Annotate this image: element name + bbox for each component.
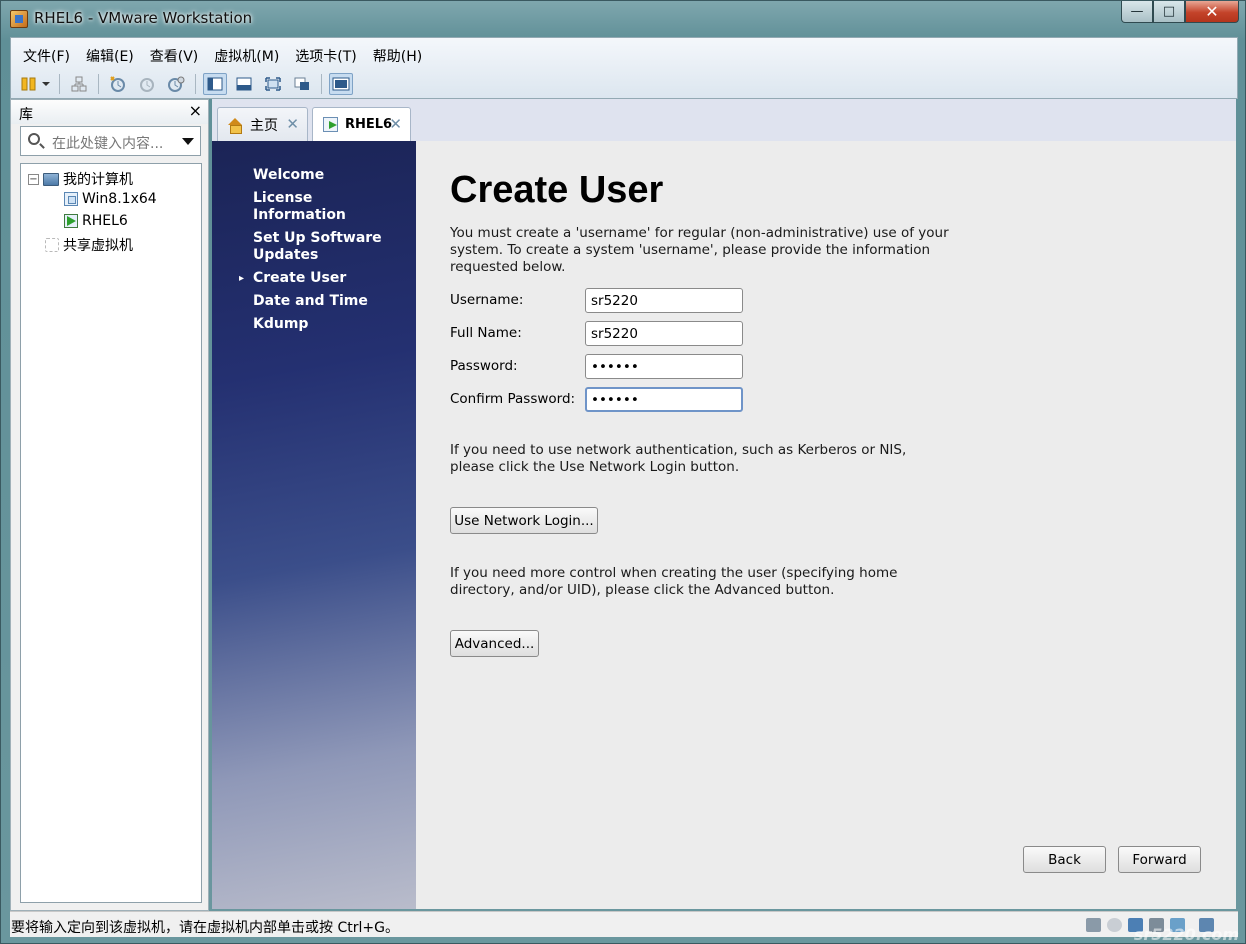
toolbar-separator (59, 74, 60, 94)
menu-edit[interactable]: 编辑(E) (78, 46, 142, 66)
step-software-updates: Set Up Software Updates (253, 230, 382, 263)
snapshot-revert-icon[interactable] (135, 73, 159, 95)
tree-item-label: Win8.1x64 (82, 191, 157, 207)
page-title: Create User (450, 169, 664, 211)
network-icon[interactable] (67, 73, 91, 95)
tab-rhel6[interactable]: RHEL6 ✕ (312, 107, 411, 141)
tree-item-label: 我的计算机 (63, 172, 133, 188)
thumbnail-view-icon[interactable] (329, 73, 353, 95)
confirm-password-field[interactable] (585, 387, 743, 412)
back-button[interactable]: Back (1023, 846, 1106, 873)
toolbar-separator (98, 74, 99, 94)
window-controls: — □ ✕ (1121, 1, 1239, 23)
menu-bar: 文件(F) 编辑(E) 查看(V) 虚拟机(M) 选项卡(T) 帮助(H) (15, 46, 430, 66)
step-create-user: Create User (253, 270, 347, 286)
current-step-arrow-icon: ▸ (239, 273, 245, 284)
computer-icon (43, 172, 59, 186)
menu-view[interactable]: 查看(V) (142, 46, 207, 66)
toolbar-separator (195, 74, 196, 94)
hard-disk-icon[interactable] (1086, 918, 1101, 932)
advanced-text: If you need more control when creating t… (450, 565, 898, 598)
watermark: sr5220.com (1133, 925, 1239, 944)
password-label: Password: (450, 358, 518, 374)
step-date-time: Date and Time (253, 293, 368, 309)
password-field[interactable] (585, 354, 743, 379)
library-header: 库 × (11, 100, 208, 124)
menu-file[interactable]: 文件(F) (15, 46, 78, 66)
advanced-button[interactable]: Advanced... (450, 630, 539, 657)
tree-item-my-computer[interactable]: − 我的计算机 (28, 169, 133, 189)
minimize-button[interactable]: — (1121, 1, 1153, 23)
library-search-input[interactable]: 在此处键入内容... (20, 126, 201, 156)
step-kdump: Kdump (253, 316, 309, 332)
tree-item-label: RHEL6 (82, 213, 128, 229)
menu-help[interactable]: 帮助(H) (365, 46, 430, 66)
tab-label: RHEL6 (345, 117, 393, 132)
pause-icon[interactable] (17, 73, 41, 95)
snapshot-take-icon[interactable] (106, 73, 130, 95)
status-text: 要将输入定向到该虚拟机，请在虚拟机内部单击或按 Ctrl+G。 (11, 920, 399, 936)
close-button[interactable]: ✕ (1185, 1, 1239, 23)
tab-label: 主页 (250, 117, 278, 134)
search-placeholder: 在此处键入内容... (52, 136, 164, 152)
menu-tabs[interactable]: 选项卡(T) (287, 46, 364, 66)
fullname-label: Full Name: (450, 325, 522, 341)
intro-text: You must create a 'username' for regular… (450, 225, 949, 275)
username-field[interactable] (585, 288, 743, 313)
installer-steps-sidebar: Welcome License Information Set Up Softw… (212, 141, 416, 909)
vm-icon (64, 192, 78, 206)
chevron-down-icon[interactable] (182, 138, 194, 145)
library-title: 库 (19, 107, 33, 123)
console-view-icon[interactable] (203, 73, 227, 95)
fullname-field[interactable] (585, 321, 743, 346)
dropdown-icon[interactable] (40, 73, 52, 95)
collapse-icon[interactable]: − (28, 173, 39, 185)
step-license: License Information (253, 190, 346, 223)
confirm-password-label: Confirm Password: (450, 391, 576, 407)
tree-item-rhel6[interactable]: RHEL6 (64, 213, 128, 229)
vm-console[interactable]: Welcome License Information Set Up Softw… (212, 141, 1236, 909)
toolbar (17, 72, 358, 96)
vm-running-icon (323, 117, 338, 132)
library-close-icon[interactable]: × (189, 101, 202, 120)
unity-icon[interactable] (290, 73, 314, 95)
cdrom-icon[interactable] (1107, 918, 1122, 932)
menu-vm[interactable]: 虚拟机(M) (206, 46, 287, 66)
forward-button[interactable]: Forward (1118, 846, 1201, 873)
fullscreen-icon[interactable] (261, 73, 285, 95)
use-network-login-button[interactable]: Use Network Login... (450, 507, 598, 534)
home-icon (228, 117, 242, 134)
menu-toolbar-area: 文件(F) 编辑(E) 查看(V) 虚拟机(M) 选项卡(T) 帮助(H) (10, 37, 1238, 99)
vm-running-icon (64, 214, 78, 228)
maximize-button[interactable]: □ (1153, 1, 1185, 23)
tab-home[interactable]: 主页 ✕ (217, 107, 308, 141)
search-icon (28, 133, 40, 145)
username-label: Username: (450, 292, 524, 308)
window-title: RHEL6 - VMware Workstation (34, 9, 253, 27)
step-welcome: Welcome (253, 167, 325, 183)
tab-strip: 主页 ✕ RHEL6 ✕ (212, 99, 1236, 141)
library-panel: 库 × 在此处键入内容... − 我的计算机 Win8.1x64 RHEL6 共… (10, 99, 209, 911)
shared-vm-icon (45, 238, 59, 252)
tree-item-label: 共享虚拟机 (63, 238, 133, 254)
status-bar: 要将输入定向到该虚拟机，请在虚拟机内部单击或按 Ctrl+G。 (10, 911, 1238, 937)
tree-item-win81[interactable]: Win8.1x64 (64, 191, 157, 207)
toolbar-separator (321, 74, 322, 94)
title-bar: RHEL6 - VMware Workstation — □ ✕ (1, 1, 1245, 37)
tree-item-shared-vms[interactable]: 共享虚拟机 (45, 235, 133, 255)
tab-close-icon[interactable]: ✕ (389, 115, 402, 133)
tab-close-icon[interactable]: ✕ (286, 115, 299, 133)
library-tree: − 我的计算机 Win8.1x64 RHEL6 共享虚拟机 (20, 163, 202, 903)
snapshot-manager-icon[interactable] (164, 73, 188, 95)
vmware-window: RHEL6 - VMware Workstation — □ ✕ 文件(F) 编… (0, 0, 1246, 944)
quick-switch-icon[interactable] (232, 73, 256, 95)
vmware-app-icon (10, 10, 28, 28)
network-auth-text: If you need to use network authenticatio… (450, 442, 907, 475)
